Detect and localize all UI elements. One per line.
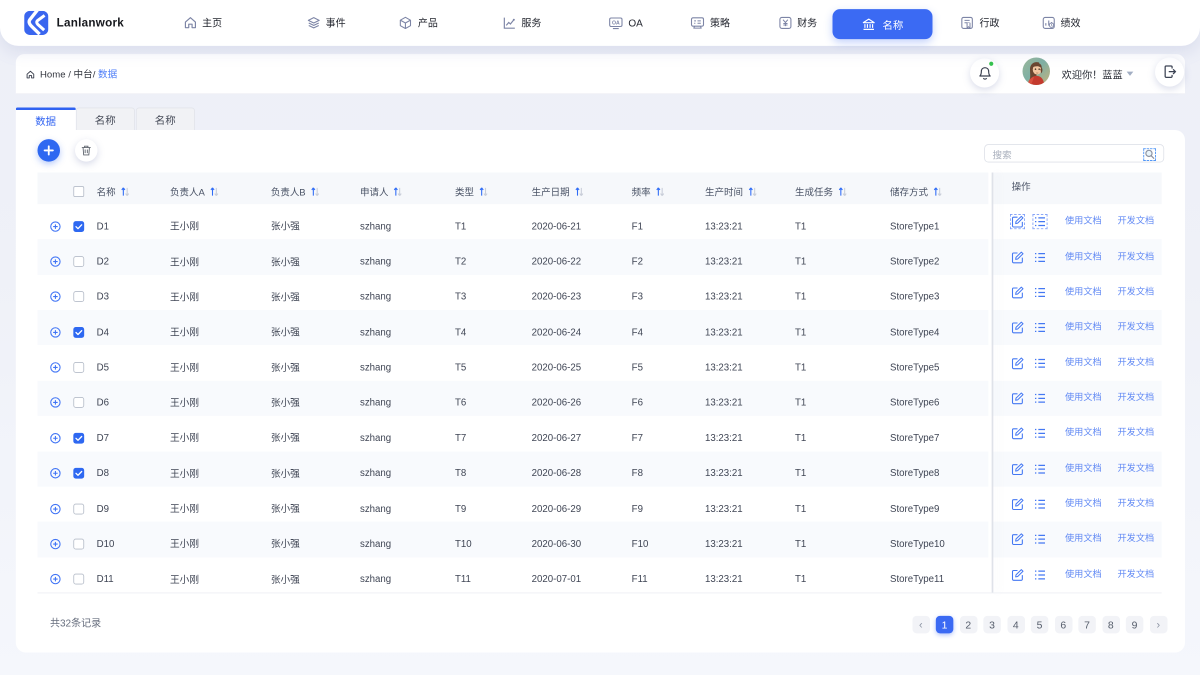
svg-text:OA: OA (612, 20, 620, 26)
